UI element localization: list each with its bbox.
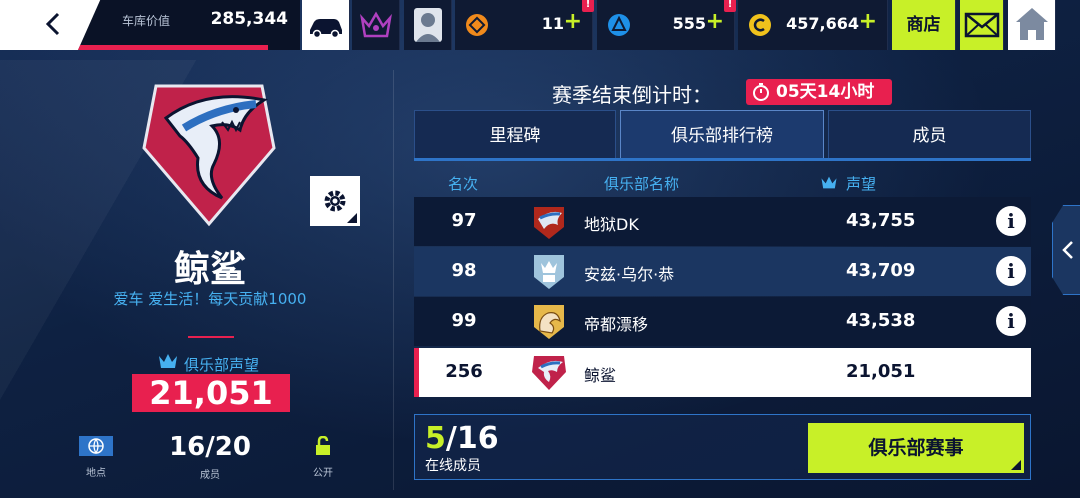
unlock-icon: [316, 435, 330, 455]
token-currency[interactable]: 11 + !: [455, 0, 594, 50]
row-reputation: 43,538: [846, 310, 916, 331]
crown-emblem-icon: [360, 11, 392, 38]
hell-shark-emblem: [534, 207, 564, 239]
club-name: 鲸鲨: [173, 249, 246, 290]
row-club-name: 帝都漂移: [584, 315, 649, 334]
add-token-icon[interactable]: +: [564, 9, 582, 34]
reputation-label: 俱乐部声望: [184, 356, 260, 374]
club-tabs: 里程碑 俱乐部排行榜 成员: [414, 110, 1031, 161]
mail-icon: [964, 12, 1000, 38]
tab-members[interactable]: 成员: [828, 110, 1031, 160]
home-icon: [1016, 8, 1048, 40]
club-settings-button[interactable]: [310, 176, 360, 226]
club-events-label: 俱乐部赛事: [868, 437, 964, 459]
location-stat: 地点: [78, 436, 114, 479]
online-count: 5/16: [425, 421, 499, 456]
avatar-icon: [414, 8, 442, 42]
garage-value-number: 285,344: [210, 9, 288, 29]
season-countdown-badge: 05天14小时: [746, 79, 892, 105]
shark-club-emblem: [142, 84, 276, 227]
online-total: /16: [445, 421, 499, 456]
info-button[interactable]: i: [996, 306, 1026, 336]
panel-divider: [393, 70, 394, 490]
leaderboard-row-own-club[interactable]: 256 鲸鲨 21,051: [414, 348, 1031, 397]
blueprint-icon: [608, 14, 630, 36]
reputation-value: 21,051: [132, 374, 290, 412]
rank-header: 名次: [448, 175, 479, 193]
club-motto: 爱车 爱生活！每天贡献1000: [113, 290, 307, 308]
tab-underline: [414, 158, 1031, 161]
car-icon: [310, 19, 342, 39]
blueprint-value: 555: [672, 14, 706, 33]
club-name-header: 俱乐部名称: [604, 175, 680, 193]
add-credits-icon[interactable]: +: [859, 9, 877, 34]
add-blueprint-icon[interactable]: +: [706, 9, 724, 34]
garage-value-label: 车库价值: [122, 14, 171, 28]
row-reputation: 43,755: [846, 210, 916, 231]
garage-value-bar: [78, 45, 268, 50]
club-info-panel: 鲸鲨 爱车 爱生活！每天贡献1000 俱乐部声望 21,051 地点 16/20…: [0, 60, 400, 498]
corner-mark: [347, 213, 357, 223]
reputation-header: 声望: [846, 175, 877, 193]
blueprint-currency[interactable]: 555 + !: [597, 0, 736, 50]
access-label: 公开: [313, 468, 333, 479]
row-rank: 256: [445, 361, 483, 382]
dragon-emblem: [534, 305, 564, 339]
alert-badge: !: [582, 0, 594, 12]
legend-pass-button[interactable]: [352, 0, 400, 50]
token-icon: [466, 14, 488, 36]
row-rank: 99: [451, 310, 477, 331]
row-reputation: 21,051: [846, 361, 916, 382]
chevron-left-icon: [1062, 241, 1073, 259]
garage-value: 车库价值 285,344: [78, 0, 300, 50]
row-club-name: 地狱DK: [584, 215, 639, 234]
mail-button[interactable]: [960, 0, 1004, 50]
access-stat: 公开: [306, 435, 340, 479]
member-count: 16/20: [169, 432, 251, 462]
alert-badge: !: [724, 0, 736, 12]
gear-icon: [324, 190, 346, 212]
credits-icon: [749, 14, 771, 36]
season-countdown-label: 赛季结束倒计时：: [552, 83, 712, 107]
corner-mark: [1011, 460, 1021, 470]
separator: [188, 336, 234, 338]
crown-icon: [159, 354, 177, 368]
season-countdown-value: 05天14小时: [776, 82, 875, 102]
globe-icon: [79, 436, 113, 456]
shark-club-emblem: [532, 356, 566, 390]
side-panel-toggle[interactable]: [1052, 205, 1080, 295]
row-rank: 98: [451, 260, 477, 281]
leaderboard-row[interactable]: 97 地狱DK 43,755 i: [414, 197, 1031, 246]
tab-club-leaderboard[interactable]: 俱乐部排行榜: [620, 110, 824, 160]
row-club-name: 鲸鲨: [584, 366, 617, 385]
top-bar: 车库价值 285,344 11 + ! 555 + ! 457,664 + 商店: [0, 0, 1080, 50]
crown-shield-emblem: [534, 255, 564, 289]
leaderboard-row[interactable]: 99 帝都漂移 43,538 i: [414, 297, 1031, 346]
info-button[interactable]: i: [996, 256, 1026, 286]
home-button[interactable]: [1008, 0, 1056, 50]
chevron-left-icon: [45, 12, 60, 36]
leaderboard-header: 名次 俱乐部名称 声望: [414, 168, 1031, 196]
club-events-button[interactable]: 俱乐部赛事: [808, 423, 1024, 473]
credits-currency[interactable]: 457,664 +: [738, 0, 888, 50]
row-reputation: 43,709: [846, 260, 916, 281]
online-members-panel: 5/16 在线成员 俱乐部赛事: [414, 414, 1031, 480]
token-value: 11: [541, 14, 564, 33]
crown-icon: [821, 176, 837, 189]
profile-button[interactable]: [404, 0, 452, 50]
row-rank: 97: [451, 210, 477, 231]
stopwatch-icon: [753, 83, 769, 101]
info-button[interactable]: i: [996, 206, 1026, 236]
member-count-label: 成员: [200, 470, 220, 481]
online-current: 5: [425, 421, 446, 456]
online-label: 在线成员: [425, 458, 481, 474]
row-club-name: 安兹·乌尔·恭: [584, 265, 675, 284]
location-label: 地点: [86, 468, 106, 479]
garage-button[interactable]: [302, 0, 350, 50]
leaderboard-row[interactable]: 98 安兹·乌尔·恭 43,709 i: [414, 247, 1031, 296]
credits-value: 457,664: [786, 14, 859, 33]
shop-button[interactable]: 商店: [892, 0, 956, 50]
tab-milestones[interactable]: 里程碑: [414, 110, 616, 160]
